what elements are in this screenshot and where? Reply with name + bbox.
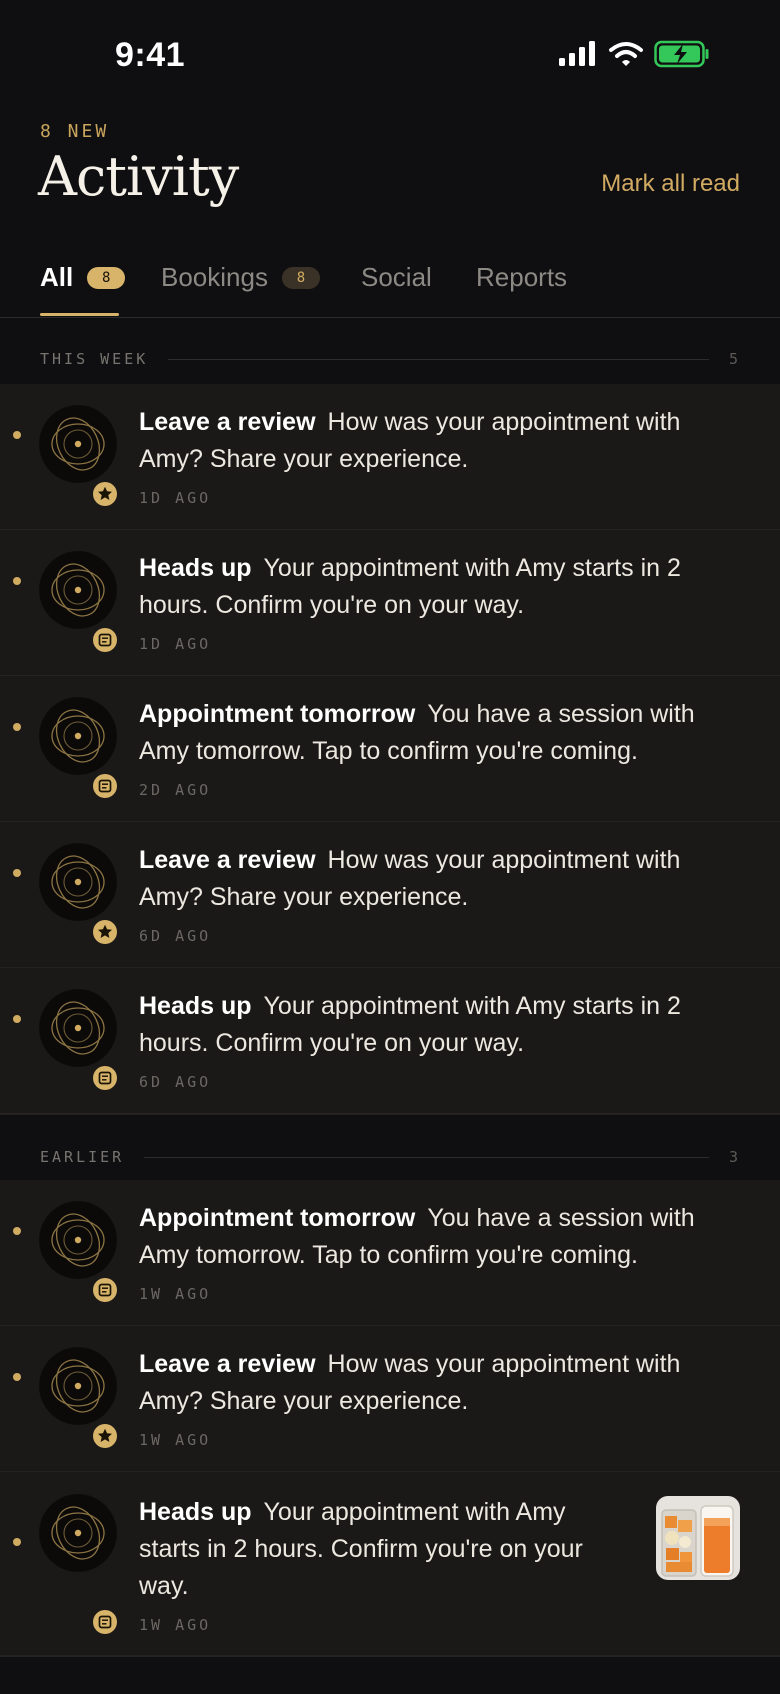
message-icon bbox=[93, 1066, 117, 1090]
unread-dot bbox=[13, 1373, 21, 1381]
notification-text: Appointment tomorrow You have a session w… bbox=[139, 696, 719, 770]
notification-time: 1W AGO bbox=[139, 1285, 212, 1303]
notification-title: Leave a review bbox=[139, 846, 316, 874]
notification-text: Leave a review How was your appointment w… bbox=[139, 1346, 719, 1420]
avatar bbox=[39, 1494, 117, 1572]
notification-title: Heads up bbox=[139, 1498, 252, 1526]
message-icon bbox=[93, 1278, 117, 1302]
unread-dot bbox=[13, 577, 21, 585]
notification-text: Heads up Your appointment with Amy starts… bbox=[139, 988, 719, 1062]
status-time: 9:41 bbox=[115, 36, 186, 74]
notification-item[interactable]: Heads up Your appointment with Amy starts… bbox=[0, 530, 780, 677]
notification-title: Heads up bbox=[139, 554, 252, 582]
unread-dot bbox=[13, 869, 21, 877]
notification-time: 6D AGO bbox=[139, 1073, 212, 1091]
battery-icon bbox=[654, 40, 710, 73]
notification-time: 1W AGO bbox=[139, 1616, 212, 1634]
tab-label: Bookings bbox=[161, 262, 268, 292]
avatar bbox=[39, 843, 117, 921]
notification-title: Appointment tomorrow bbox=[139, 1204, 416, 1232]
tab-bookings[interactable]: Bookings 8 bbox=[161, 262, 320, 293]
message-icon bbox=[93, 628, 117, 652]
notification-time: 1D AGO bbox=[139, 489, 212, 507]
section-count: 5 bbox=[728, 350, 738, 368]
avatar bbox=[39, 989, 117, 1067]
notification-text: Leave a review How was your appointment w… bbox=[139, 404, 719, 478]
tab-label: All bbox=[40, 262, 74, 292]
section-label: EARLIER bbox=[40, 1148, 125, 1166]
avatar bbox=[39, 1347, 117, 1425]
avatar bbox=[39, 551, 117, 629]
status-bar: 9:41 bbox=[0, 0, 780, 115]
notification-item[interactable]: Leave a review How was your appointment w… bbox=[0, 1326, 780, 1473]
notification-item[interactable]: Heads up Your appointment with Amy starts… bbox=[0, 1472, 780, 1657]
tab-label: Social bbox=[361, 262, 432, 292]
notification-thumbnail[interactable] bbox=[656, 1496, 740, 1580]
wifi-icon bbox=[608, 41, 644, 72]
new-count-label: 8 NEW bbox=[40, 121, 110, 142]
unread-dot bbox=[13, 431, 21, 439]
notification-time: 2D AGO bbox=[139, 781, 212, 799]
notification-title: Leave a review bbox=[139, 408, 316, 436]
mark-all-read-button[interactable]: Mark all read bbox=[601, 170, 740, 198]
star-icon bbox=[93, 482, 117, 506]
page-title: Activity bbox=[38, 145, 239, 208]
signal-icon bbox=[558, 41, 598, 72]
tab-social[interactable]: Social bbox=[361, 262, 432, 293]
tab-count-badge: 8 bbox=[87, 266, 126, 289]
notification-item[interactable]: Heads up Your appointment with Amy starts… bbox=[0, 968, 780, 1115]
tab-label: Reports bbox=[476, 262, 568, 292]
status-icons bbox=[558, 40, 710, 73]
message-icon bbox=[93, 1610, 117, 1634]
notification-item[interactable]: Leave a review How was your appointment w… bbox=[0, 384, 780, 531]
tab-count-badge: 8 bbox=[281, 266, 320, 289]
filter-tabs: All 8 Bookings 8 Social Reports bbox=[0, 245, 780, 318]
star-icon bbox=[93, 1424, 117, 1448]
message-icon bbox=[93, 774, 117, 798]
avatar bbox=[39, 405, 117, 483]
notification-time: 1W AGO bbox=[139, 1431, 212, 1449]
unread-dot bbox=[13, 723, 21, 731]
page-header: 8 NEW Activity Mark all read bbox=[0, 115, 780, 235]
notification-title: Heads up bbox=[139, 992, 252, 1020]
unread-dot bbox=[13, 1538, 21, 1546]
notification-time: 6D AGO bbox=[139, 927, 212, 945]
avatar bbox=[39, 697, 117, 775]
notification-text: Heads up Your appointment with Amy starts… bbox=[139, 1494, 629, 1605]
notification-item[interactable]: Appointment tomorrow You have a session w… bbox=[0, 1180, 780, 1327]
notification-title: Appointment tomorrow bbox=[139, 700, 416, 728]
notification-item[interactable]: Appointment tomorrow You have a session w… bbox=[0, 676, 780, 823]
notification-title: Leave a review bbox=[139, 1350, 316, 1378]
notification-time: 1D AGO bbox=[139, 635, 212, 653]
section-header-this-week: THIS WEEK 5 bbox=[0, 325, 780, 393]
unread-dot bbox=[13, 1227, 21, 1235]
tab-reports[interactable]: Reports bbox=[476, 262, 567, 293]
tab-all[interactable]: All 8 bbox=[40, 262, 126, 293]
star-icon bbox=[93, 920, 117, 944]
notification-item[interactable]: Leave a review How was your appointment w… bbox=[0, 822, 780, 969]
section-divider bbox=[168, 358, 709, 360]
notification-text: Appointment tomorrow You have a session w… bbox=[139, 1200, 719, 1274]
section-label: THIS WEEK bbox=[40, 350, 149, 368]
notification-text: Leave a review How was your appointment w… bbox=[139, 842, 719, 916]
notification-text: Heads up Your appointment with Amy starts… bbox=[139, 550, 719, 624]
unread-dot bbox=[13, 1015, 21, 1023]
avatar bbox=[39, 1201, 117, 1279]
section-divider bbox=[144, 1156, 709, 1158]
section-count: 3 bbox=[728, 1148, 738, 1166]
active-tab-indicator bbox=[40, 313, 119, 316]
